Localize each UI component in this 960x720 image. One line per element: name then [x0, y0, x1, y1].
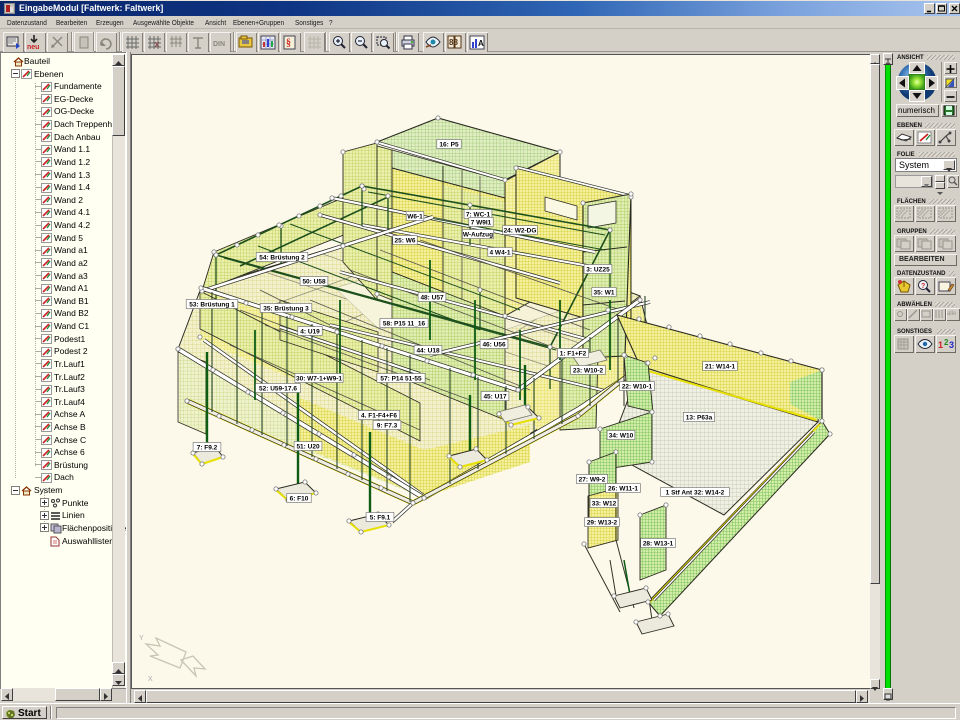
svg-text:DIN: DIN	[213, 41, 225, 48]
svg-text:W6-1: W6-1	[407, 214, 423, 221]
svg-text:46: U56: 46: U56	[482, 342, 506, 349]
svg-text:21: W14-1: 21: W14-1	[705, 364, 736, 371]
svg-text:29: W13-2: 29: W13-2	[587, 520, 618, 527]
svg-text:51: U20: 51: U20	[296, 444, 320, 451]
svg-text:W-Aufzug: W-Aufzug	[463, 232, 493, 239]
svg-text:7: F9.2: 7: F9.2	[197, 445, 218, 452]
svg-text:6: F10: 6: F10	[290, 496, 309, 503]
svg-text:44: U18: 44: U18	[416, 348, 440, 355]
svg-text:1: 1	[938, 340, 943, 350]
svg-text:25: W6: 25: W6	[395, 238, 416, 245]
svg-text:50: U58: 50: U58	[302, 279, 326, 286]
svg-text:57: P14 51-55: 57: P14 51-55	[380, 376, 422, 383]
svg-text:53: Brüstung 1: 53: Brüstung 1	[189, 302, 235, 309]
svg-text:1: F1+F2: 1: F1+F2	[560, 351, 587, 358]
svg-text:52: U59-17.6: 52: U59-17.6	[259, 386, 297, 393]
svg-text:28: W13-1: 28: W13-1	[643, 541, 674, 548]
svg-text:4 W4-1: 4 W4-1	[490, 250, 511, 257]
svg-text:5: F9.1: 5: F9.1	[370, 515, 391, 522]
svg-text:4. F1-F4+F6: 4. F1-F4+F6	[361, 413, 397, 420]
svg-text:16: P5: 16: P5	[439, 142, 459, 149]
svg-text:A: A	[478, 39, 484, 48]
svg-text:26: W11-1: 26: W11-1	[608, 486, 638, 493]
svg-text:22: W10-1: 22: W10-1	[622, 384, 653, 391]
svg-text:3: UZ25: 3: UZ25	[586, 267, 610, 274]
svg-text:48: U57: 48: U57	[420, 295, 444, 302]
svg-text:neu: neu	[27, 44, 39, 51]
svg-text:33: W12: 33: W12	[592, 501, 617, 508]
svg-text:45: U17: 45: U17	[483, 394, 507, 401]
svg-text:4: U19: 4: U19	[300, 329, 320, 336]
svg-text:§: §	[286, 38, 291, 49]
svg-text:88: 88	[449, 38, 458, 47]
svg-text:7 W9I1: 7 W9I1	[471, 220, 492, 227]
svg-text:3: 3	[949, 340, 954, 350]
svg-text:27: W9-2: 27: W9-2	[579, 477, 606, 484]
svg-text:Y: Y	[139, 635, 144, 642]
svg-text:58: P15 11_16: 58: P15 11_16	[383, 321, 426, 328]
svg-text:34: W10: 34: W10	[609, 433, 634, 440]
svg-text:23: W10-2: 23: W10-2	[573, 368, 604, 375]
svg-text:54: Brüstung 2: 54: Brüstung 2	[259, 255, 305, 262]
svg-text:?: ?	[921, 283, 925, 290]
svg-text:24: W2-DG: 24: W2-DG	[504, 228, 537, 235]
svg-text:1 Stf Ant 32: W14-2: 1 Stf Ant 32: W14-2	[666, 490, 725, 497]
svg-text:9: F7.3: 9: F7.3	[377, 423, 398, 430]
svg-text:35: W1: 35: W1	[594, 290, 615, 297]
svg-text:35: Brüstung 3: 35: Brüstung 3	[263, 306, 309, 313]
svg-text:30: W7-1+W9-1: 30: W7-1+W9-1	[296, 376, 342, 383]
svg-text:13: P63a: 13: P63a	[686, 415, 713, 422]
svg-text:X: X	[148, 676, 153, 683]
